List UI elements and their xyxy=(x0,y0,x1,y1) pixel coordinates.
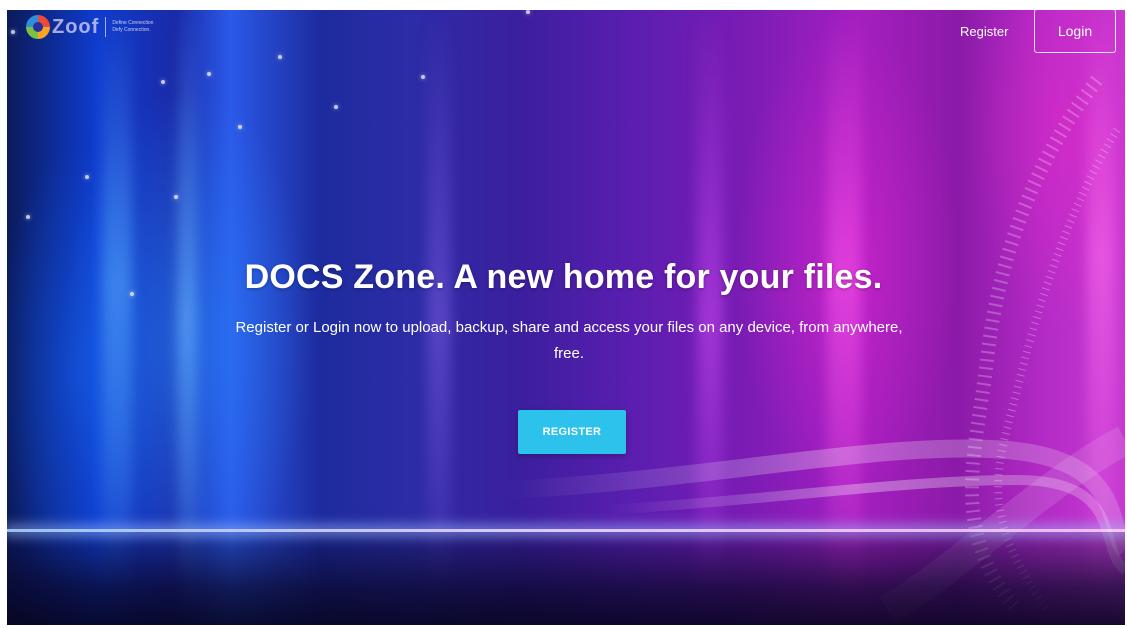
logo-tagline-line1: Define Connection xyxy=(112,20,154,26)
hero-subtext: Register or Login now to upload, backup,… xyxy=(235,319,903,362)
nav-register-link[interactable]: Register xyxy=(960,24,1008,39)
brand-logo[interactable]: Zoof Define Connection Defy Connection. xyxy=(26,15,153,39)
logo-divider xyxy=(105,17,107,37)
register-cta-button[interactable]: REGISTER xyxy=(518,410,626,454)
nav-login-button[interactable]: Login xyxy=(1034,9,1116,53)
logo-tagline: Define Connection Defy Connection. xyxy=(112,20,153,34)
horizon-line xyxy=(7,529,1125,532)
logo-wordmark: Zoof xyxy=(52,15,100,38)
logo-mark-icon xyxy=(26,15,50,39)
hero-headline: DOCS Zone. A new home for your files. xyxy=(244,258,883,296)
logo-tagline-line2: Defy Connection. xyxy=(112,27,151,33)
bottom-band xyxy=(7,532,1125,625)
